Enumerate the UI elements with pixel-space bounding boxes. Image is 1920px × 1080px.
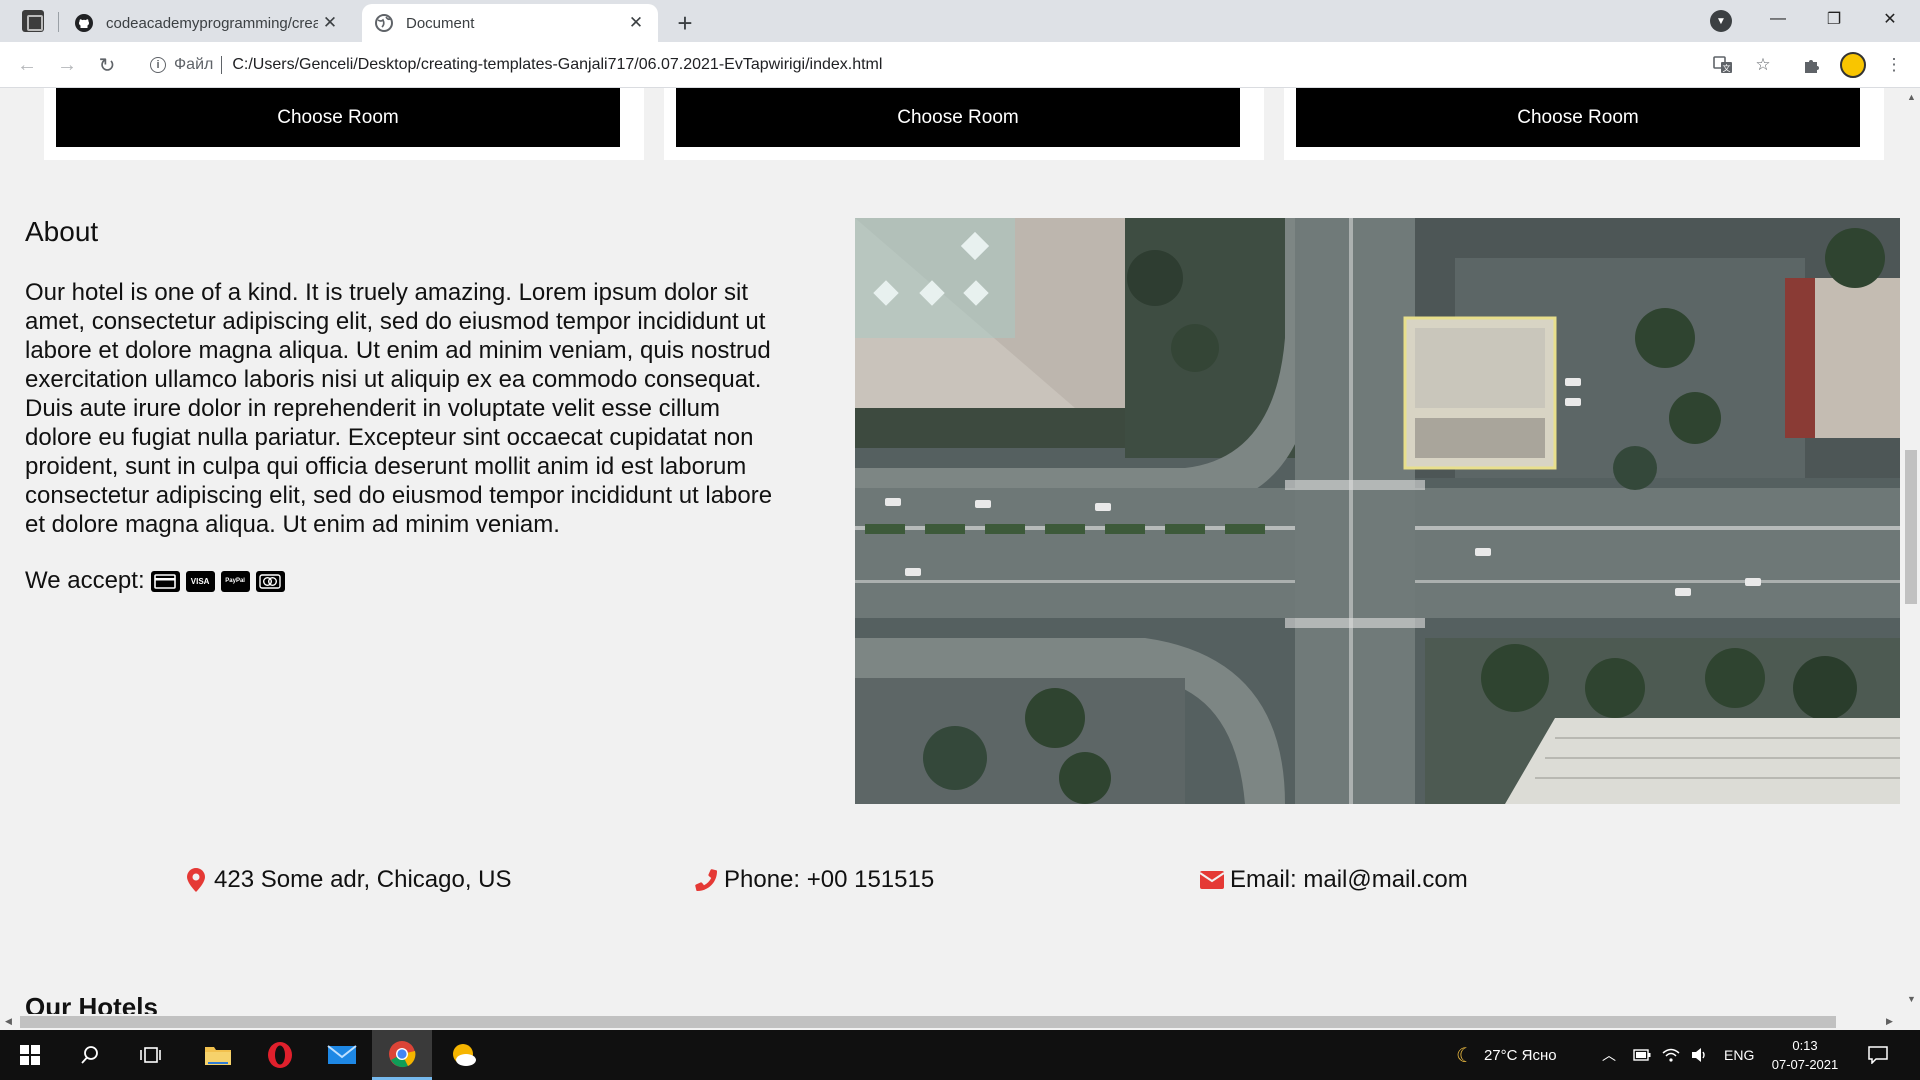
- search-icon[interactable]: [66, 1030, 114, 1080]
- tab-document[interactable]: Document ✕: [362, 4, 658, 42]
- envelope-icon: [1200, 867, 1224, 893]
- globe-icon: [374, 13, 394, 33]
- choose-room-button[interactable]: Choose Room: [56, 88, 620, 147]
- language-indicator[interactable]: ENG: [1724, 1030, 1754, 1080]
- window-close-button[interactable]: ✕: [1862, 0, 1918, 38]
- paypal-icon: PayPal: [220, 570, 250, 592]
- scroll-left-arrow-icon[interactable]: ◀: [5, 1016, 12, 1027]
- opera-icon[interactable]: [250, 1030, 310, 1080]
- aerial-city-intersection-image: [855, 218, 1900, 804]
- svg-text:文: 文: [1723, 63, 1731, 73]
- credit-card-icon: [150, 570, 180, 592]
- choose-room-button[interactable]: Choose Room: [1296, 88, 1860, 147]
- email-text: Email: mail@mail.com: [1230, 866, 1468, 893]
- scroll-down-arrow-icon[interactable]: ▼: [1907, 994, 1916, 1004]
- visa-icon: VISA: [185, 570, 215, 592]
- phone-icon: [694, 867, 718, 893]
- translate-icon[interactable]: 文: [1712, 54, 1734, 76]
- tab-strip: codeacademyprogramming/crea ✕ Document ✕…: [0, 0, 1920, 42]
- tab-title: codeacademyprogramming/crea: [106, 14, 318, 32]
- info-icon[interactable]: i: [150, 57, 166, 73]
- new-tab-button[interactable]: +: [670, 8, 700, 38]
- tab-search-thumbnail-icon[interactable]: [22, 10, 44, 32]
- payment-methods: We accept: VISA PayPal: [25, 567, 285, 595]
- task-view-icon[interactable]: [126, 1030, 174, 1080]
- about-paragraph: Our hotel is one of a kind. It is truely…: [25, 279, 773, 538]
- clock-time: 0:13: [1792, 1038, 1818, 1053]
- clock-date: 07-07-2021: [1771, 1057, 1839, 1072]
- start-windows-icon[interactable]: [6, 1030, 54, 1080]
- vertical-scrollbar[interactable]: ▲ ▼: [1902, 88, 1920, 1030]
- weather-widget[interactable]: ☾ 27°C Ясно: [1456, 1030, 1557, 1080]
- bookmark-star-icon[interactable]: ☆: [1752, 54, 1774, 76]
- scroll-right-arrow-icon[interactable]: ▶: [1886, 1016, 1893, 1027]
- url-text[interactable]: C:/Users/Genceli/Desktop/creating-templa…: [232, 56, 882, 74]
- github-icon: [74, 13, 94, 33]
- wifi-icon[interactable]: [1662, 1030, 1680, 1080]
- contact-email: Email: mail@mail.com: [1200, 866, 1468, 894]
- file-explorer-icon[interactable]: [188, 1030, 248, 1080]
- weather-text: 27°C Ясно: [1483, 1046, 1557, 1064]
- tab-github[interactable]: codeacademyprogramming/crea ✕: [62, 4, 352, 42]
- about-heading: About: [25, 216, 99, 247]
- weather-app-icon[interactable]: [434, 1030, 494, 1080]
- menu-dots-icon[interactable]: ⋮: [1883, 54, 1905, 76]
- page-viewport: Choose Room Choose Room Choose Room Abou…: [0, 88, 1902, 1014]
- back-button[interactable]: ←: [12, 50, 42, 80]
- contact-phone: Phone: +00 151515: [694, 866, 934, 894]
- notifications-icon[interactable]: [1868, 1030, 1888, 1080]
- horizontal-scrollbar[interactable]: ◀ ▶: [0, 1014, 1902, 1030]
- scheme-label: Файл: [174, 56, 214, 73]
- volume-icon[interactable]: [1691, 1030, 1709, 1080]
- tab-title: Document: [406, 14, 475, 32]
- chrome-icon[interactable]: [372, 1030, 432, 1080]
- mastercard-icon: [255, 570, 285, 592]
- tab-separator: [58, 12, 59, 32]
- minimize-button[interactable]: —: [1750, 0, 1806, 38]
- our-hotels-heading: Our Hotels: [25, 992, 158, 1014]
- vertical-scroll-thumb[interactable]: [1905, 450, 1917, 604]
- windows-taskbar: ☾ 27°C Ясно ︿ ENG 0:13 07-07-2021: [0, 1030, 1920, 1080]
- horizontal-scroll-thumb[interactable]: [20, 1016, 1836, 1028]
- tab-search-icon[interactable]: ▼: [1710, 10, 1732, 32]
- address-bar[interactable]: i Файл C:/Users/Genceli/Desktop/creating…: [142, 47, 1762, 83]
- room-card: Choose Room: [664, 88, 1264, 160]
- reload-button[interactable]: ↻: [92, 50, 122, 80]
- room-card: Choose Room: [44, 88, 644, 160]
- accept-label: We accept:: [25, 567, 145, 594]
- close-icon[interactable]: ✕: [318, 11, 342, 35]
- room-card: Choose Room: [1284, 88, 1884, 160]
- mail-icon[interactable]: [312, 1030, 372, 1080]
- restore-button[interactable]: ❐: [1806, 0, 1862, 38]
- forward-button[interactable]: →: [52, 50, 82, 80]
- battery-icon[interactable]: [1633, 1030, 1651, 1080]
- system-clock[interactable]: 0:13 07-07-2021: [1770, 1036, 1840, 1074]
- choose-room-button[interactable]: Choose Room: [676, 88, 1240, 147]
- map-marker-icon: [184, 867, 208, 893]
- profile-avatar[interactable]: [1840, 52, 1866, 78]
- moon-icon: ☾: [1456, 1044, 1474, 1067]
- address-text: 423 Some adr, Chicago, US: [214, 866, 512, 893]
- close-icon[interactable]: ✕: [624, 11, 648, 35]
- contact-address: 423 Some adr, Chicago, US: [184, 866, 512, 894]
- extensions-puzzle-icon[interactable]: [1801, 54, 1823, 76]
- phone-text: Phone: +00 151515: [724, 866, 935, 893]
- scroll-up-arrow-icon[interactable]: ▲: [1907, 92, 1916, 102]
- browser-toolbar: ← → ↻ i Файл C:/Users/Genceli/Desktop/cr…: [0, 42, 1920, 88]
- omnibox-divider: [221, 56, 223, 74]
- show-hidden-icons-chevron-icon[interactable]: ︿: [1602, 1030, 1616, 1080]
